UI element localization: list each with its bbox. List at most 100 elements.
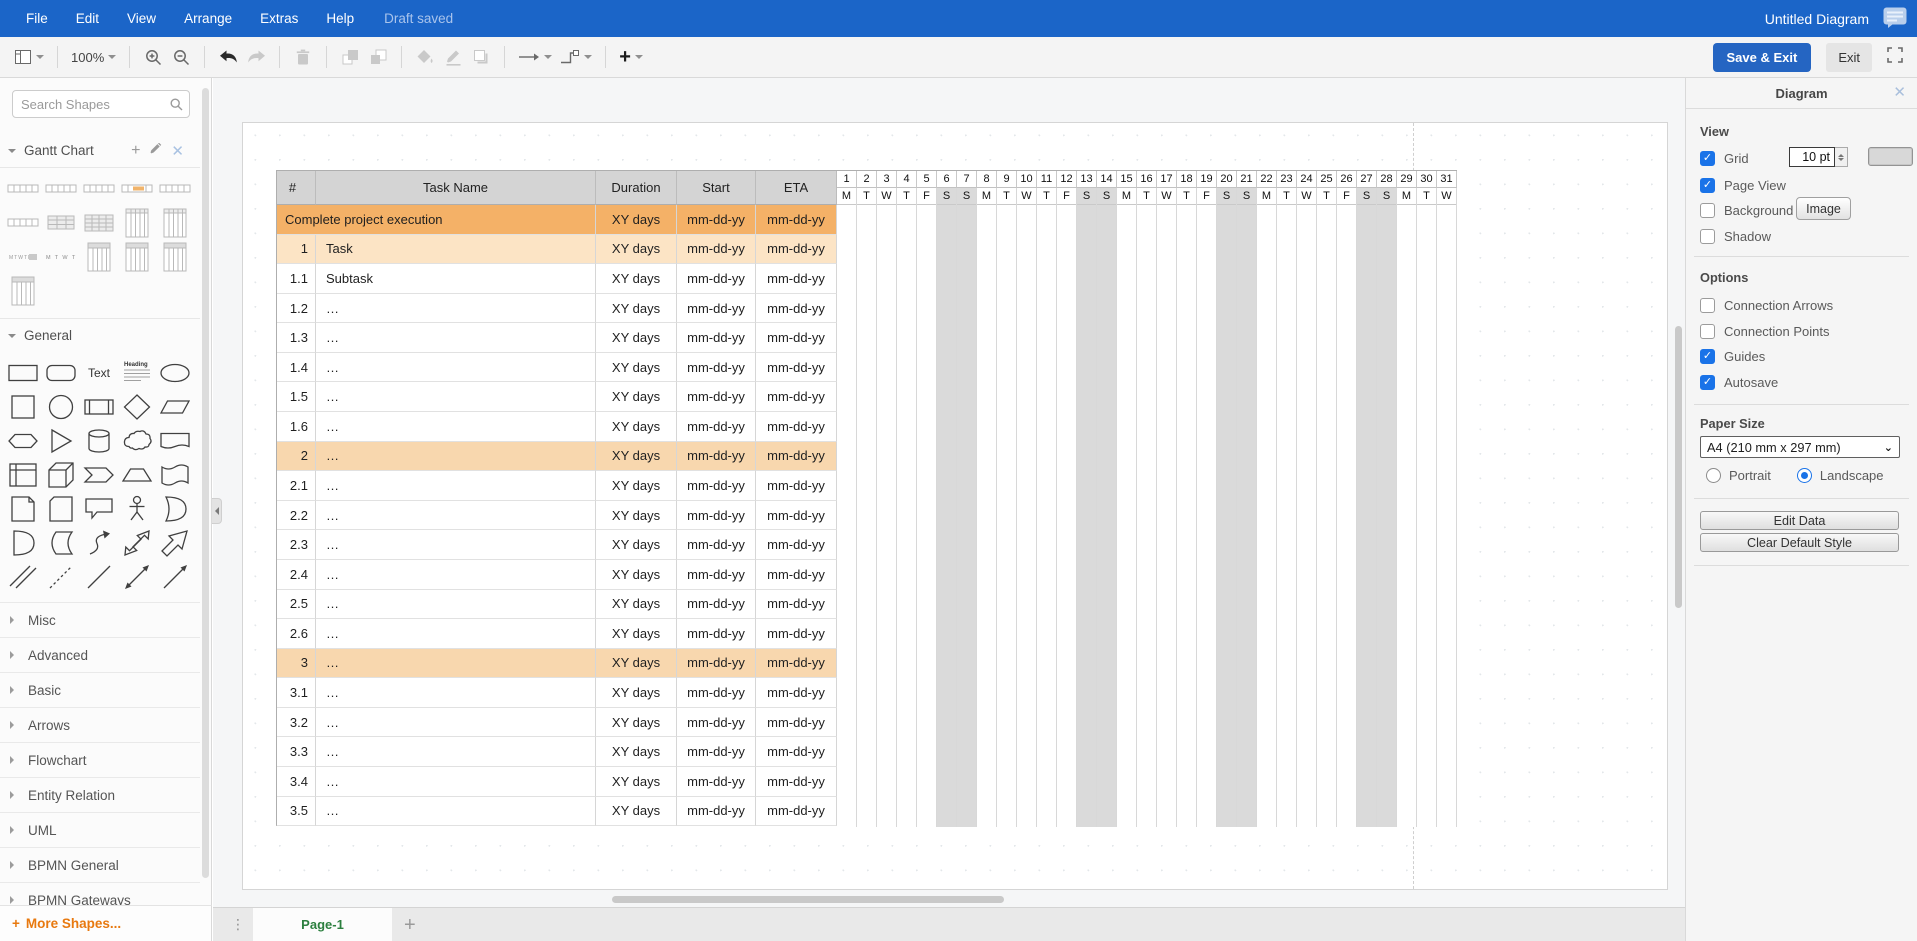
gantt-task-row[interactable]: 1.2…XY daysmm-dd-yymm-dd-yy — [277, 294, 837, 324]
shape-data-storage[interactable] — [42, 526, 80, 560]
shape-arrow[interactable] — [156, 526, 194, 560]
shape-parallelogram[interactable] — [156, 390, 194, 424]
shape-internal-storage[interactable] — [4, 458, 42, 492]
shape-step[interactable] — [80, 458, 118, 492]
drawing-page[interactable]: #Task NameDurationStartETA Complete proj… — [242, 122, 1668, 890]
shape-square[interactable] — [4, 390, 42, 424]
shadow-button[interactable] — [467, 42, 495, 72]
paper-size-select[interactable]: A4 (210 mm x 297 mm) ⌄ — [1700, 436, 1900, 458]
gantt-task-row[interactable]: 2.1…XY daysmm-dd-yymm-dd-yy — [277, 471, 837, 501]
shape-rounded-rectangle[interactable] — [42, 356, 80, 390]
sidebar-section-basic[interactable]: Basic — [0, 672, 200, 707]
gantt-task-row[interactable]: 3.1…XY daysmm-dd-yymm-dd-yy — [277, 678, 837, 708]
gantt-chart-shape[interactable]: #Task NameDurationStartETA Complete proj… — [276, 170, 1457, 826]
shape-double-line[interactable] — [4, 560, 42, 594]
grid-color-swatch[interactable] — [1868, 147, 1913, 166]
general-section-header[interactable]: General — [0, 318, 200, 352]
gantt-task-row[interactable]: 1.4…XY daysmm-dd-yymm-dd-yy — [277, 353, 837, 383]
gantt-shape-cols[interactable] — [118, 206, 156, 240]
gantt-shape-table-md[interactable] — [80, 206, 118, 240]
gantt-task-row[interactable]: 3.3…XY daysmm-dd-yymm-dd-yy — [277, 737, 837, 767]
gantt-task-row[interactable]: 2.6…XY daysmm-dd-yymm-dd-yy — [277, 619, 837, 649]
gantt-task-row[interactable]: 2…XY daysmm-dd-yymm-dd-yy — [277, 442, 837, 472]
zoom-level-button[interactable]: 100% — [67, 42, 120, 72]
fullscreen-icon[interactable] — [1887, 47, 1903, 68]
add-page-icon[interactable]: + — [404, 915, 416, 935]
insert-button[interactable]: + — [615, 42, 647, 72]
shape-note[interactable] — [4, 492, 42, 526]
sidebar-section-entity-relation[interactable]: Entity Relation — [0, 777, 200, 812]
gantt-task-row[interactable]: 1TaskXY daysmm-dd-yymm-dd-yy — [277, 235, 837, 265]
gantt-shape-cols-hdr[interactable] — [80, 240, 118, 274]
menu-view[interactable]: View — [113, 0, 170, 37]
gantt-task-row[interactable]: 3.4…XY daysmm-dd-yymm-dd-yy — [277, 767, 837, 797]
shape-trapezoid[interactable] — [118, 458, 156, 492]
shape-or[interactable] — [156, 492, 194, 526]
grid-size-stepper[interactable] — [1835, 147, 1848, 167]
to-front-button[interactable] — [336, 42, 364, 72]
shape-actor[interactable] — [118, 492, 156, 526]
guides-checkbox[interactable]: ✓ — [1700, 349, 1715, 364]
gantt-shape-strip[interactable] — [156, 172, 194, 206]
gantt-task-row[interactable]: 2.2…XY daysmm-dd-yymm-dd-yy — [277, 501, 837, 531]
grid-size-input[interactable] — [1789, 147, 1835, 167]
gantt-task-row[interactable]: 3.2…XY daysmm-dd-yymm-dd-yy — [277, 708, 837, 738]
gantt-shape-mtwtf[interactable]: M T W T F — [42, 240, 80, 274]
gantt-shape-strip[interactable] — [4, 172, 42, 206]
close-icon[interactable]: ✕ — [171, 142, 184, 160]
edit-icon[interactable] — [149, 143, 162, 159]
autosave-checkbox[interactable]: ✓ — [1700, 375, 1715, 390]
sidebar-section-bpmn-general[interactable]: BPMN General — [0, 847, 200, 882]
gantt-task-row[interactable]: 3…XY daysmm-dd-yymm-dd-yy — [277, 649, 837, 679]
gantt-shape-strip[interactable] — [4, 206, 42, 240]
background-image-button[interactable]: Image — [1796, 197, 1851, 220]
shape-bidirectional-arrow[interactable] — [118, 526, 156, 560]
exit-button[interactable]: Exit — [1826, 43, 1872, 72]
gantt-shape-strip[interactable] — [80, 172, 118, 206]
gantt-task-row[interactable]: Complete project executionXY daysmm-dd-y… — [277, 205, 837, 235]
page-tab[interactable]: Page-1 — [253, 908, 392, 941]
add-shapes-icon[interactable]: + — [131, 142, 140, 160]
background-checkbox[interactable] — [1700, 203, 1715, 218]
gantt-shape-cols-hdr[interactable] — [4, 274, 42, 308]
zoom-in-button[interactable] — [139, 42, 167, 72]
menu-arrange[interactable]: Arrange — [170, 0, 246, 37]
shape-cube[interactable] — [42, 458, 80, 492]
shape-ellipse[interactable] — [156, 356, 194, 390]
shape-bidirectional-connector[interactable] — [118, 560, 156, 594]
shadow-checkbox[interactable] — [1700, 229, 1715, 244]
shape-document[interactable] — [156, 424, 194, 458]
shape-line[interactable] — [80, 560, 118, 594]
gantt-task-row[interactable]: 3.5…XY daysmm-dd-yymm-dd-yy — [277, 797, 837, 827]
sidebar-section-advanced[interactable]: Advanced — [0, 637, 200, 672]
edit-data-button[interactable]: Edit Data — [1700, 511, 1899, 530]
shape-cloud[interactable] — [118, 424, 156, 458]
close-icon[interactable]: ✕ — [1893, 85, 1906, 100]
gantt-task-row[interactable]: 1.6…XY daysmm-dd-yymm-dd-yy — [277, 412, 837, 442]
shape-card[interactable] — [42, 492, 80, 526]
shape-process[interactable] — [80, 390, 118, 424]
shape-triangle[interactable] — [42, 424, 80, 458]
shape-callout[interactable] — [80, 492, 118, 526]
horizontal-scrollbar[interactable] — [612, 896, 1004, 903]
gantt-shape-table-sm[interactable] — [42, 206, 80, 240]
landscape-radio[interactable] — [1797, 468, 1812, 483]
grid-checkbox[interactable]: ✓ — [1700, 151, 1715, 166]
more-shapes-button[interactable]: + More Shapes... — [0, 905, 212, 941]
shape-hexagon[interactable] — [4, 424, 42, 458]
shape-diamond[interactable] — [118, 390, 156, 424]
page-view-menu-button[interactable] — [10, 42, 48, 72]
sidebar-scrollbar[interactable] — [202, 88, 209, 878]
connection-arrows-checkbox[interactable] — [1700, 298, 1715, 313]
gantt-shape-cols[interactable] — [156, 206, 194, 240]
gantt-shape-strip[interactable] — [42, 172, 80, 206]
zoom-out-button[interactable] — [167, 42, 195, 72]
gantt-chart-section-header[interactable]: Gantt Chart + ✕ — [0, 134, 200, 168]
search-shapes-input[interactable] — [12, 90, 190, 118]
sidebar-section-misc[interactable]: Misc — [0, 602, 200, 637]
redo-button[interactable] — [242, 42, 270, 72]
sidebar-section-bpmn-gateways[interactable]: BPMN Gateways — [0, 882, 200, 907]
gantt-shape-strip-accent[interactable] — [118, 172, 156, 206]
sidebar-collapse-handle[interactable] — [212, 498, 222, 524]
line-color-button[interactable] — [439, 42, 467, 72]
